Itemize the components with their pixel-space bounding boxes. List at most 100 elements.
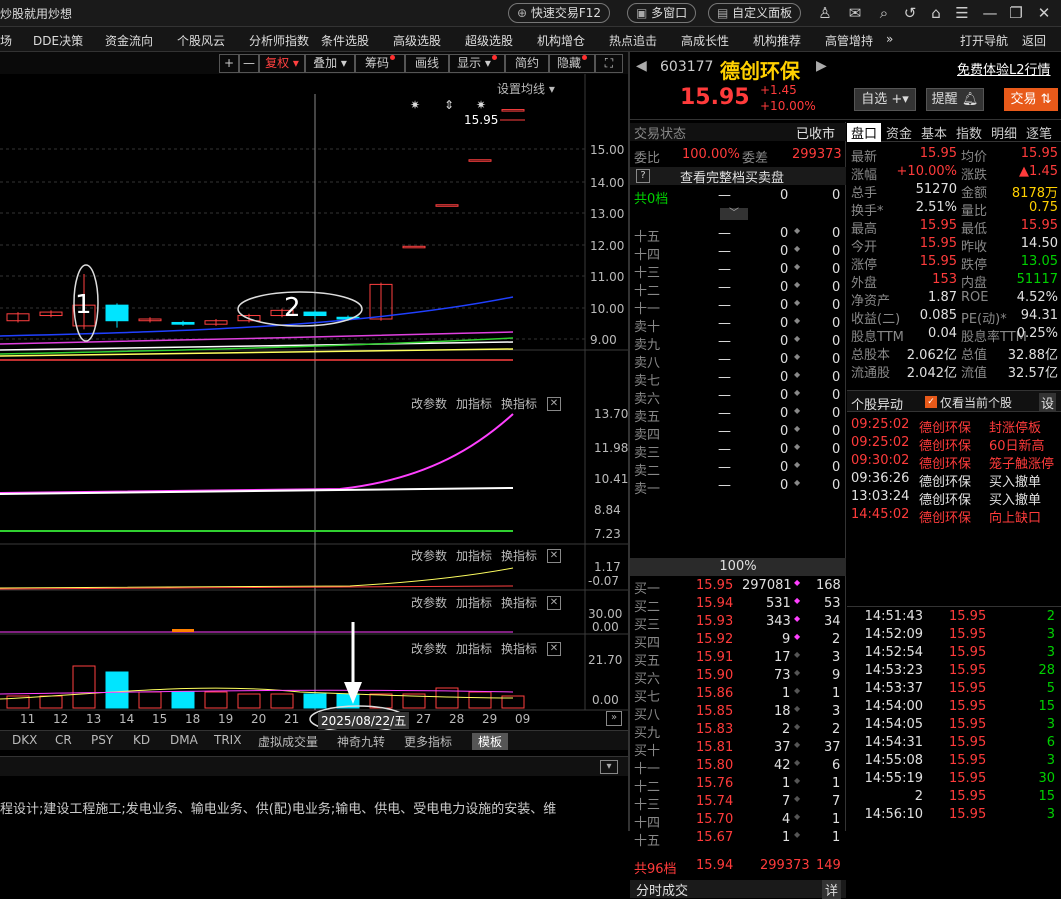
tab-cr[interactable]: CR xyxy=(55,733,72,747)
close-panel-icon[interactable]: ✕ xyxy=(547,397,561,411)
info-tab[interactable]: 逐笔 xyxy=(1022,123,1056,142)
scroll-right-icon[interactable]: » xyxy=(606,711,622,726)
help-icon[interactable]: ? xyxy=(636,169,650,183)
separator xyxy=(847,606,1061,607)
menu-item-hotspot[interactable]: 热点追击 xyxy=(609,32,657,49)
anomaly-row[interactable]: 13:03:24 德创环保 买入撤单 xyxy=(847,489,1061,508)
simple-button[interactable]: 简约 xyxy=(505,54,549,73)
menu-item-institution-recommend[interactable]: 机构推荐 xyxy=(753,32,801,49)
add-indicator-button[interactable]: 加指标 xyxy=(456,640,492,657)
zoom-in-button[interactable]: + xyxy=(219,54,239,73)
info-tab[interactable]: 资金 xyxy=(882,123,916,142)
tab-psy[interactable]: PSY xyxy=(91,733,113,747)
add-favorite-button[interactable]: 自选 +▾ xyxy=(854,88,916,111)
menu-item-fund-flow[interactable]: 资金流向 xyxy=(105,32,153,49)
info-row: 最新 15.95 均价 15.95 xyxy=(847,146,1061,165)
minimize-icon[interactable]: — xyxy=(980,3,1000,23)
menu-item-stock-news[interactable]: 个股风云 xyxy=(177,32,225,49)
detail-button[interactable]: 详 xyxy=(822,880,842,899)
candle-body xyxy=(435,204,459,207)
zoom-out-button[interactable]: — xyxy=(239,54,259,73)
info-tab[interactable]: 明细 xyxy=(987,123,1021,142)
refresh-icon[interactable]: ↺ xyxy=(900,3,920,23)
tab-dkx[interactable]: DKX xyxy=(12,733,37,747)
view-full-book-link[interactable]: 查看完整档买卖盘 xyxy=(680,167,784,186)
menu-item-analyst-index[interactable]: 分析师指数 xyxy=(249,32,309,49)
fullscreen-icon[interactable]: ⛶ xyxy=(595,54,623,73)
mail-icon[interactable]: ✉ xyxy=(845,3,865,23)
tab-dma[interactable]: DMA xyxy=(170,733,198,747)
chips-button[interactable]: 筹码 xyxy=(355,54,405,73)
add-indicator-button[interactable]: 加指标 xyxy=(456,547,492,564)
menu-item-dde[interactable]: DDE决策 xyxy=(33,32,83,49)
anomaly-row[interactable]: 09:30:02 德创环保 笼子触涨停 xyxy=(847,453,1061,472)
switch-indicator-button[interactable]: 换指标 xyxy=(501,395,537,412)
switch-indicator-button[interactable]: 换指标 xyxy=(501,594,537,611)
switch-indicator-button[interactable]: 换指标 xyxy=(501,640,537,657)
info-value: 32.57亿 xyxy=(1007,366,1058,381)
hide-button[interactable]: 隐藏 xyxy=(549,54,595,73)
view-full-book-row[interactable]: ? 查看完整档买卖盘 xyxy=(630,167,846,186)
edit-params-button[interactable]: 改参数 xyxy=(411,547,447,564)
edit-params-button[interactable]: 改参数 xyxy=(411,395,447,412)
draw-line-button[interactable]: 画线 xyxy=(405,54,449,73)
display-button[interactable]: 显示 ▾ xyxy=(449,54,505,73)
info-tab[interactable]: 指数 xyxy=(952,123,986,142)
maximize-icon[interactable]: ❐ xyxy=(1006,3,1026,23)
edit-params-button[interactable]: 改参数 xyxy=(411,594,447,611)
menu-more-icon[interactable]: » xyxy=(886,32,893,46)
add-indicator-button[interactable]: 加指标 xyxy=(456,594,492,611)
custom-panel-button[interactable]: ▤ 自定义面板 xyxy=(708,3,802,23)
next-stock-icon[interactable]: ▶ xyxy=(816,58,827,74)
anomaly-row[interactable]: 09:25:02 德创环保 60日新高 xyxy=(847,435,1061,454)
switch-indicator-button[interactable]: 换指标 xyxy=(501,547,537,564)
restore-right-button[interactable]: 复权 ▾ xyxy=(259,54,305,73)
search-icon[interactable]: ⌕ xyxy=(874,3,894,23)
checkbox-icon[interactable]: ✓ xyxy=(925,396,937,408)
user-icon[interactable]: ♙ xyxy=(815,3,835,23)
close-panel-icon[interactable]: ✕ xyxy=(547,549,561,563)
menu-icon[interactable]: ☰ xyxy=(952,3,972,23)
set-ma-button[interactable]: 设置均线 ▾ xyxy=(497,80,555,97)
menu-item-0[interactable]: 场 xyxy=(0,32,12,49)
menu-item-condition-pick[interactable]: 条件选股 xyxy=(321,32,369,49)
shirt-icon[interactable]: ⌂ xyxy=(926,3,946,23)
expand-icon[interactable]: ﹀ xyxy=(720,208,748,220)
kline-chart-area[interactable]: ✷ ⇕ ✷ 设置均线 ▾ 15.00 14.00 13.00 12.00 11.00… xyxy=(0,74,628,730)
tab-virtual-volume[interactable]: 虚拟成交量 xyxy=(258,733,318,750)
menu-item-open-nav[interactable]: 打开导航 xyxy=(960,32,1008,49)
tab-trix[interactable]: TRIX xyxy=(214,733,241,747)
alert-button[interactable]: 提醒 🔔︎ xyxy=(926,88,984,111)
anomaly-settings-button[interactable]: 设 xyxy=(1039,393,1057,412)
quick-trade-button[interactable]: ⊕ 快速交易F12 xyxy=(508,3,611,23)
add-indicator-button[interactable]: 加指标 xyxy=(456,395,492,412)
menu-item-advanced-pick[interactable]: 高级选股 xyxy=(393,32,441,49)
anomaly-row[interactable]: 09:25:02 德创环保 封涨停板 xyxy=(847,417,1061,436)
edit-params-button[interactable]: 改参数 xyxy=(411,640,447,657)
tab-kd[interactable]: KD xyxy=(133,733,150,747)
trade-button[interactable]: 交易 ⇅ xyxy=(1004,88,1058,111)
menu-item-super-pick[interactable]: 超级选股 xyxy=(465,32,513,49)
menu-item-high-growth[interactable]: 高成长性 xyxy=(681,32,729,49)
tab-more-indicators[interactable]: 更多指标 xyxy=(404,733,452,750)
l2-trial-link[interactable]: 免费体验L2行情 xyxy=(957,59,1051,78)
info-tab[interactable]: 基本 xyxy=(917,123,951,142)
anomaly-row[interactable]: 14:45:02 德创环保 向上缺口 xyxy=(847,507,1061,526)
close-panel-icon[interactable]: ✕ xyxy=(547,642,561,656)
prev-stock-icon[interactable]: ◀ xyxy=(636,58,647,74)
menu-item-back[interactable]: 返回 xyxy=(1022,32,1046,49)
info-label: 总值 xyxy=(961,348,988,363)
overlay-button[interactable]: 叠加 ▾ xyxy=(305,54,355,73)
multi-window-button[interactable]: ▣ 多窗口 xyxy=(627,3,697,23)
level-label: 买四 xyxy=(634,636,661,651)
menu-item-exec-increase[interactable]: 高管增持 xyxy=(825,32,873,49)
anomaly-row[interactable]: 09:36:26 德创环保 买入撤单 xyxy=(847,471,1061,490)
collapse-icon[interactable]: ▾ xyxy=(600,760,618,774)
tab-magic-nine[interactable]: 神奇九转 xyxy=(337,733,385,750)
info-tab[interactable]: 盘口 xyxy=(847,123,881,142)
close-panel-icon[interactable]: ✕ xyxy=(547,596,561,610)
close-icon[interactable]: ✕ xyxy=(1034,3,1054,23)
only-current-label[interactable]: 仅看当前个股 xyxy=(940,394,1012,411)
menu-item-institution-add[interactable]: 机构增仓 xyxy=(537,32,585,49)
tab-template[interactable]: 模板 xyxy=(472,733,509,750)
